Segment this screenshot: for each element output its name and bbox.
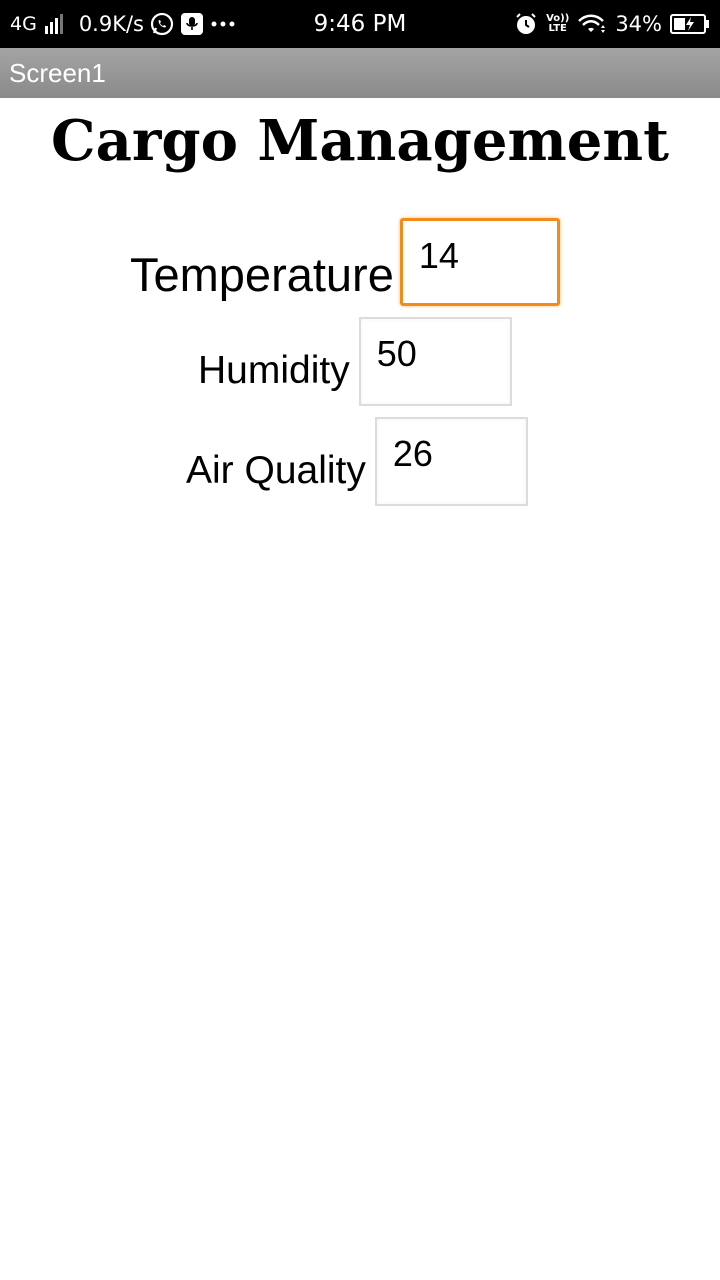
- screen-title: Screen1: [9, 57, 106, 88]
- humidity-row: Humidity 50: [198, 317, 512, 406]
- volte-icon: Vo)) LTE: [546, 13, 570, 34]
- network-speed: 0.9K/s: [78, 12, 144, 36]
- page-title: Cargo Management: [51, 108, 669, 174]
- alarm-icon: [514, 12, 538, 36]
- whatsapp-icon: [150, 12, 174, 36]
- status-right: Vo)) LTE 34%: [514, 0, 710, 48]
- status-left: 4G 0.9K/s: [10, 0, 236, 48]
- air-quality-input[interactable]: 26: [374, 417, 528, 506]
- network-type: 4G: [10, 13, 37, 35]
- air-quality-label: Air Quality: [186, 449, 366, 492]
- temperature-label: Temperature: [130, 248, 394, 301]
- humidity-label: Humidity: [198, 349, 350, 392]
- humidity-input[interactable]: 50: [358, 317, 512, 406]
- temperature-input[interactable]: 14: [399, 218, 560, 306]
- battery-percent: 34%: [615, 12, 662, 36]
- mic-notification-icon: [180, 12, 204, 36]
- signal-icon: [44, 14, 63, 34]
- clock: 9:46 PM: [313, 11, 407, 37]
- status-bar: 4G 0.9K/s 9:46 PM Vo)) LTE 34%: [0, 0, 720, 48]
- temperature-row: Temperature 14: [130, 218, 560, 306]
- wifi-icon: [577, 13, 607, 35]
- title-bar: Screen1: [0, 48, 720, 98]
- air-quality-row: Air Quality 26: [186, 417, 528, 506]
- more-dots-icon: [210, 19, 236, 29]
- battery-charging-icon: [670, 13, 710, 35]
